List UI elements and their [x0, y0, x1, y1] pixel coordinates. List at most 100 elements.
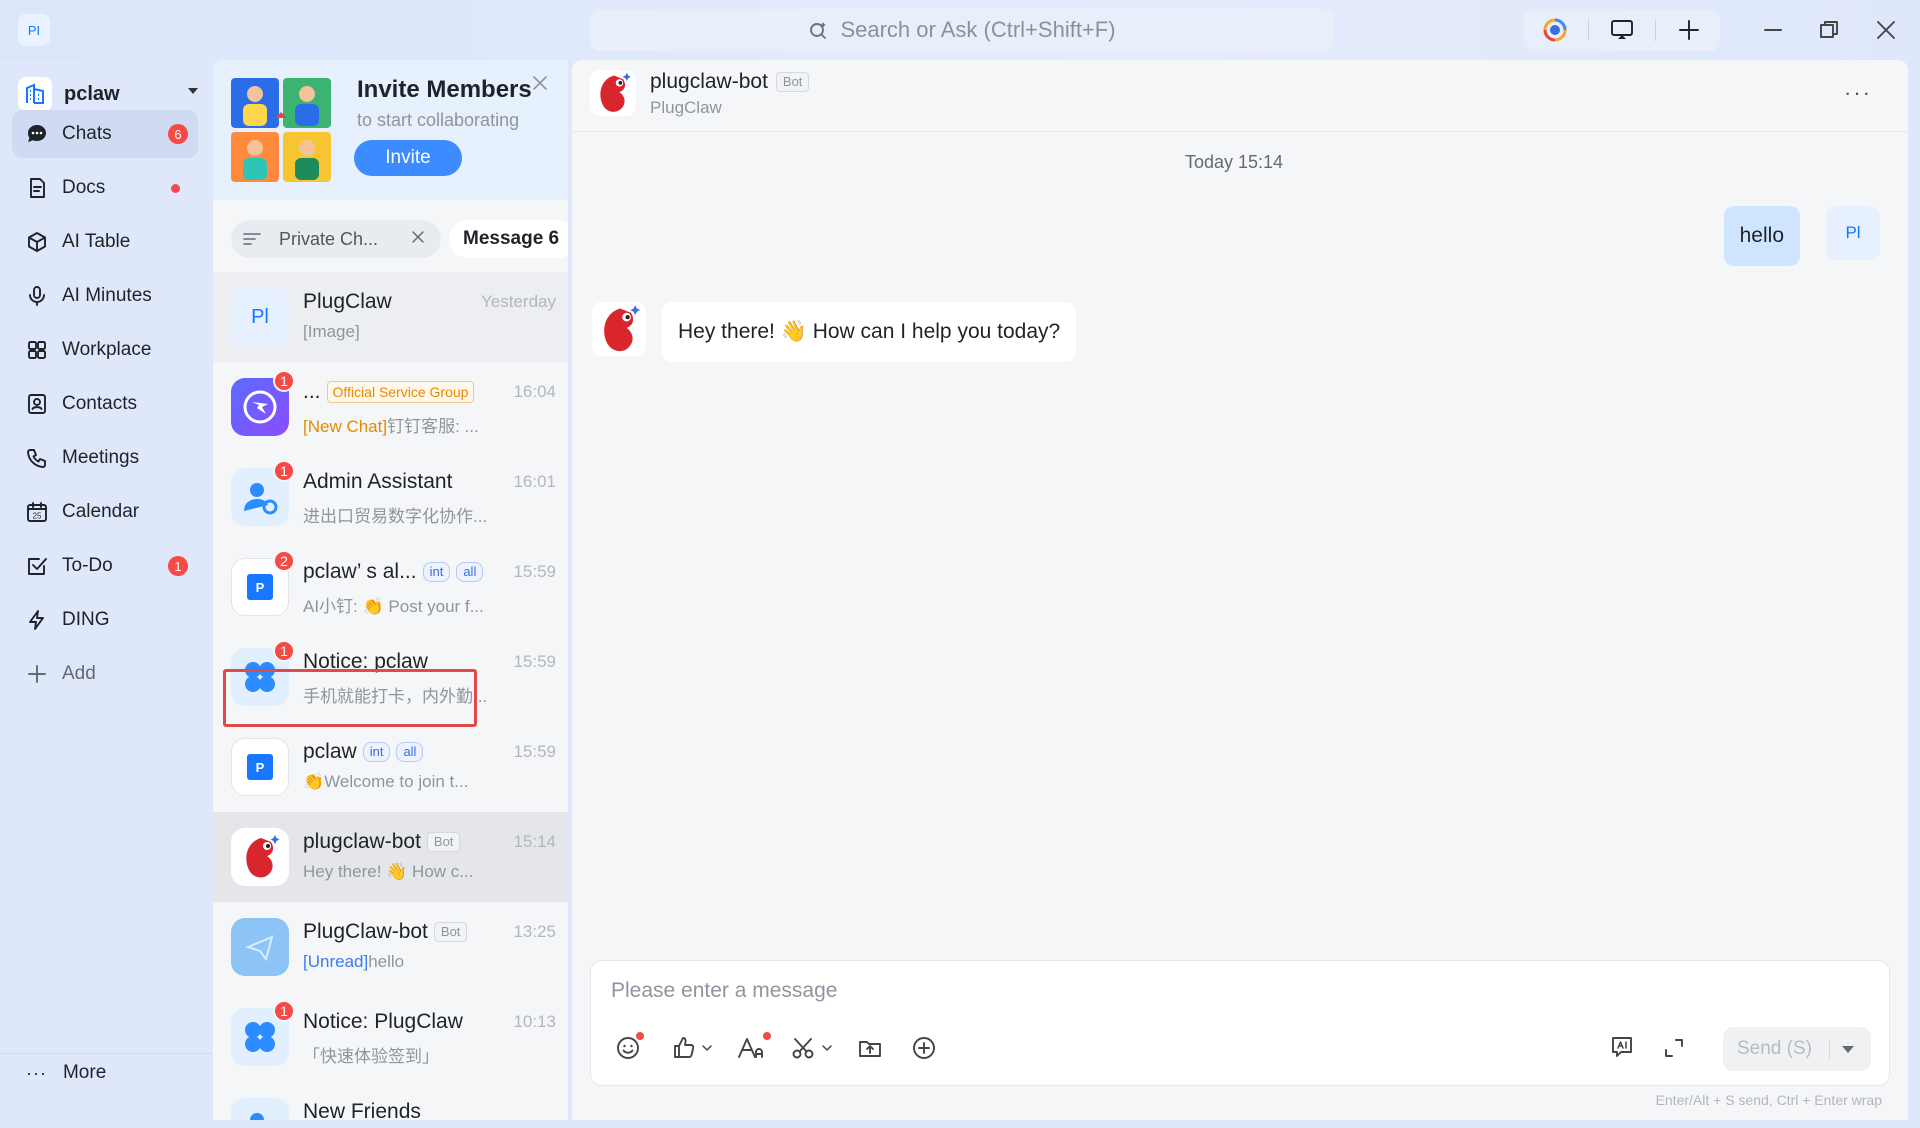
chat-time: 16:01 [513, 472, 556, 491]
screen-share-icon[interactable] [1609, 17, 1635, 43]
my-avatar[interactable]: Pl [1826, 206, 1880, 260]
chat-row-admin-assistant[interactable]: 1 Admin Assistant 16:01 进出口贸易数字化协作... [213, 452, 568, 542]
bot-mascot-icon [231, 828, 289, 886]
unread-badge: 1 [273, 640, 295, 662]
document-icon [24, 175, 50, 201]
filter-messages-tab[interactable]: Message 6 [449, 220, 568, 258]
int-tag: int [422, 562, 451, 582]
nav-label: AI Minutes [62, 285, 152, 306]
filter-private-chats[interactable]: Private Ch... [231, 220, 441, 258]
chat-row-official-service-group[interactable]: 1 ... Official Service Group 16:04 [New C… [213, 362, 568, 452]
nav-item-calendar[interactable]: 25 Calendar [12, 488, 198, 536]
message-composer: Send (S) [590, 960, 1890, 1086]
chat-row-notice-pclaw[interactable]: 1 Notice: pclaw 15:59 手机就能打卡，内外勤... [213, 632, 568, 722]
close-icon[interactable] [531, 74, 549, 92]
plus-icon[interactable] [1676, 17, 1702, 43]
avatar-initials: P [247, 574, 273, 600]
clear-filter-icon[interactable] [411, 230, 425, 244]
send-label: Send (S) [1737, 1038, 1812, 1059]
unread-badge: 6 [168, 124, 188, 144]
org-name: pclaw [64, 82, 120, 105]
official-tag: Official Service Group [326, 381, 475, 403]
minimize-button[interactable] [1759, 16, 1787, 44]
unread-badge: 1 [273, 370, 295, 392]
caret-down-icon[interactable] [1841, 1045, 1855, 1054]
message-input[interactable] [611, 979, 1811, 1003]
bot-tag: Bot [775, 72, 810, 92]
avatar [231, 918, 289, 976]
chat-time: Yesterday [481, 292, 556, 311]
invite-title: Invite Members [357, 76, 532, 103]
bot-mascot-icon[interactable] [590, 70, 636, 116]
plus-icon [24, 661, 50, 687]
nav-item-contacts[interactable]: Contacts [12, 380, 198, 428]
chat-row-plugclaw-bot-2[interactable]: PlugClaw-bot Bot 13:25 [Unread]hello [213, 902, 568, 992]
bot-mascot-icon[interactable] [592, 302, 646, 356]
expand-composer-button[interactable] [1663, 1033, 1685, 1063]
chat-preview: hello [368, 952, 405, 971]
thumbs-up-icon [671, 1035, 697, 1061]
more-options-icon[interactable]: ··· [1844, 80, 1872, 106]
plus-circle-icon [911, 1035, 937, 1061]
upload-file-button[interactable] [857, 1033, 883, 1063]
nav-item-docs[interactable]: Docs [12, 164, 198, 212]
nav-item-chats[interactable]: Chats 6 [12, 110, 198, 158]
nav-item-meetings[interactable]: Meetings [12, 434, 198, 482]
like-button[interactable] [671, 1033, 713, 1063]
nav-item-ai-minutes[interactable]: AI Minutes [12, 272, 198, 320]
chat-row-pclaw-all[interactable]: P 2 pclaw’ s al... int all 15:59 AI小钉: 👏 P… [213, 542, 568, 632]
chat-row-plugclaw-bot[interactable]: plugclaw-bot Bot 15:14 Hey there! 👋 How c… [213, 812, 568, 902]
invite-banner: Invite Members to start collaborating In… [213, 60, 568, 200]
ellipsis-icon: ··· [26, 1062, 47, 1083]
close-window-button[interactable] [1872, 16, 1900, 44]
chat-bubble-icon [24, 121, 50, 147]
more-label: More [62, 1062, 107, 1083]
ai-assistant-icon[interactable] [1542, 17, 1568, 43]
nav-item-workplace[interactable]: Workplace [12, 326, 198, 374]
phone-icon [24, 445, 50, 471]
nav-label: DING [62, 609, 110, 630]
unread-badge: 1 [273, 460, 295, 482]
invite-button[interactable]: Invite [354, 140, 462, 176]
chat-row-notice-plugclaw[interactable]: 1 Notice: PlugClaw 10:13 「快速体验签到」 [213, 992, 568, 1082]
avatar: P [231, 738, 289, 796]
chat-list-panel: Invite Members to start collaborating In… [213, 60, 568, 1120]
ai-compose-button[interactable] [1609, 1033, 1635, 1063]
chat-time: 15:59 [513, 652, 556, 671]
chat-preview: 手机就能打卡，内外勤... [303, 687, 488, 706]
conversation-title[interactable]: plugclaw-bot [650, 70, 768, 94]
incoming-message[interactable]: Hey there! 👋 How can I help you today? [662, 302, 1077, 362]
nav-item-add[interactable]: Add [12, 650, 198, 698]
invite-subtitle: to start collaborating [357, 110, 520, 130]
calendar-icon: 25 [24, 499, 50, 525]
chat-time: 15:14 [513, 832, 556, 851]
outgoing-message[interactable]: hello [1723, 206, 1800, 266]
send-button[interactable]: Send (S) [1723, 1027, 1871, 1071]
more-actions-button[interactable] [911, 1033, 937, 1063]
nav-item-todo[interactable]: To-Do 1 [12, 542, 198, 590]
more-button[interactable]: ··· More [26, 1062, 106, 1084]
checkbox-icon [24, 553, 50, 579]
upload-folder-icon [857, 1035, 883, 1061]
grid-icon [24, 337, 50, 363]
chat-row-new-friends[interactable]: New Friends [213, 1082, 568, 1120]
nav-item-ai-table[interactable]: AI Table [12, 218, 198, 266]
restore-button[interactable] [1815, 16, 1843, 44]
chat-name: PlugClaw-bot [303, 920, 428, 943]
screenshot-button[interactable] [791, 1033, 833, 1063]
contacts-icon [24, 391, 50, 417]
add-friend-icon [231, 1098, 289, 1120]
chat-row-pclaw[interactable]: P pclaw int all 15:59 👏Welcome to join t..… [213, 722, 568, 812]
chat-name: ... [303, 380, 321, 403]
emoji-button[interactable] [615, 1032, 644, 1063]
text-format-button[interactable] [737, 1032, 771, 1063]
send-shortcut-hint: Enter/Alt + S send, Ctrl + Enter wrap [1655, 1092, 1882, 1108]
preview-prefix: [New Chat] [303, 417, 388, 436]
chat-row-plugclaw[interactable]: Pl PlugClaw Yesterday [Image] [213, 272, 568, 362]
left-navigation: pclaw Chats 6 Docs AI Table AI Minutes W… [0, 60, 212, 1128]
chat-preview: Hey there! 👋 How c... [303, 862, 474, 881]
nav-item-ding[interactable]: DING [12, 596, 198, 644]
app-badge[interactable]: PI [18, 14, 50, 46]
search-bar[interactable]: Search or Ask (Ctrl+Shift+F) [590, 9, 1334, 51]
chat-name: Notice: pclaw [303, 650, 428, 673]
